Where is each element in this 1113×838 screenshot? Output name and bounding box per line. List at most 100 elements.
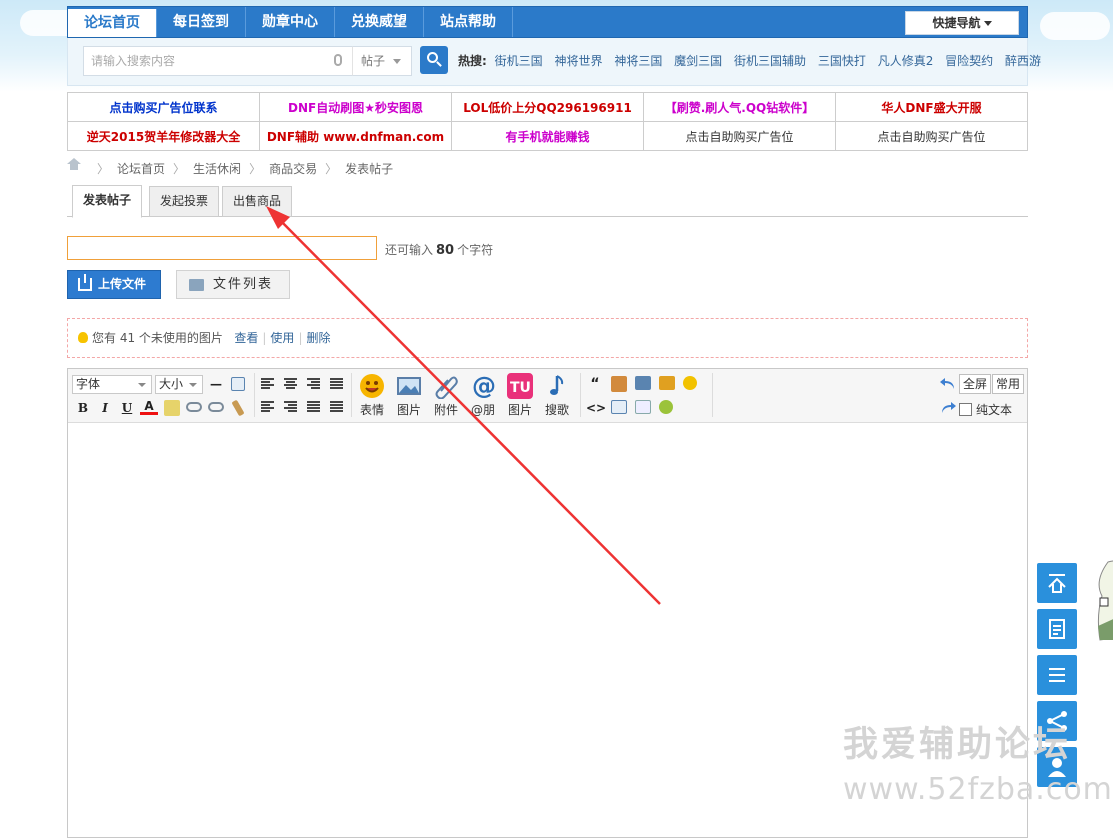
attachment-button[interactable]: 附件 xyxy=(426,373,466,421)
nav-item-exchange[interactable]: 兑换威望 xyxy=(335,7,424,37)
ad-link[interactable]: 逆天2015贺羊年修改器大全 xyxy=(67,121,260,151)
post-type-tabs: 发表帖子 发起投票 出售商品 xyxy=(67,184,1028,218)
hot-term[interactable]: 神将世界 xyxy=(554,54,602,68)
common-button[interactable]: 常用 xyxy=(992,374,1025,394)
hot-term[interactable]: 街机三国辅助 xyxy=(734,54,806,68)
subject-input[interactable] xyxy=(67,236,377,260)
search-input[interactable]: 请输入搜索内容 xyxy=(83,46,353,76)
link-icon[interactable] xyxy=(186,402,202,412)
font-color-icon[interactable]: A xyxy=(140,399,158,415)
menu-button[interactable] xyxy=(1037,655,1077,695)
unlink-icon[interactable] xyxy=(208,402,224,412)
hot-term[interactable]: 神将三国 xyxy=(614,54,662,68)
file-list-button[interactable]: 文件列表 xyxy=(176,270,290,299)
delete-link[interactable]: 删除 xyxy=(306,331,330,345)
redo-icon[interactable] xyxy=(940,401,956,415)
ad-link[interactable]: DNF自动刷图★秒安图恩 xyxy=(259,92,452,122)
italic-icon[interactable]: I xyxy=(96,399,114,417)
tab-sell-goods[interactable]: 出售商品 xyxy=(222,186,293,217)
image-icon xyxy=(397,377,421,395)
unordered-list-icon[interactable] xyxy=(330,401,343,413)
bold-icon[interactable]: B xyxy=(74,399,92,417)
mascot-decoration xyxy=(1097,560,1113,641)
unused-images-notice: 您有 41 个未使用的图片 查看 | 使用 | 删除 xyxy=(67,318,1028,358)
clear-format-icon[interactable] xyxy=(231,399,245,417)
search-button[interactable] xyxy=(420,46,448,74)
tu-image-button[interactable]: TU 图片 xyxy=(500,373,540,421)
tab-new-thread[interactable]: 发表帖子 xyxy=(72,185,143,218)
breadcrumb-item[interactable]: 论坛首页 xyxy=(117,162,165,176)
microphone-icon[interactable] xyxy=(334,54,342,66)
char-counter: 还可输入 80 个字符 xyxy=(385,243,494,258)
justify-icon[interactable] xyxy=(330,378,343,390)
background-icon[interactable] xyxy=(683,376,697,390)
hot-term[interactable]: 醉西游 xyxy=(1005,54,1041,68)
ordered-list-icon[interactable] xyxy=(307,401,320,413)
hot-term[interactable]: 冒险契约 xyxy=(945,54,993,68)
nav-item-home[interactable]: 论坛首页 xyxy=(68,9,157,37)
smiley-icon xyxy=(360,374,384,398)
use-link[interactable]: 使用 xyxy=(270,331,294,345)
emoticon-button[interactable]: 表情 xyxy=(352,373,392,421)
search-type-label: 帖子 xyxy=(361,54,386,68)
ad-link[interactable]: 有手机就能赚钱 xyxy=(451,121,644,151)
password-icon[interactable] xyxy=(659,400,673,414)
ad-link[interactable]: 点击自助购买广告位 xyxy=(835,121,1028,151)
home-icon[interactable] xyxy=(67,158,81,174)
page-icon[interactable] xyxy=(611,400,627,414)
mention-button[interactable]: @ @朋 xyxy=(463,373,503,421)
align-right-icon[interactable] xyxy=(307,378,320,390)
image-button[interactable]: 图片 xyxy=(389,373,429,421)
align-center-icon[interactable] xyxy=(284,378,297,390)
breadcrumb-item[interactable]: 商品交易 xyxy=(269,162,317,176)
collapse-icon[interactable] xyxy=(635,376,651,390)
plain-text-label: 纯文本 xyxy=(976,403,1013,417)
font-size-select[interactable]: 大小 xyxy=(155,375,203,394)
search-type-select[interactable]: 帖子 xyxy=(352,46,412,76)
document-icon xyxy=(1049,619,1065,639)
highlight-icon[interactable] xyxy=(164,400,180,416)
ad-link[interactable]: 点击购买广告位联系 xyxy=(67,92,260,122)
font-family-select[interactable]: 字体 xyxy=(72,375,152,394)
code-icon[interactable]: <> xyxy=(586,399,606,417)
cloud-decoration xyxy=(1040,12,1110,40)
view-link[interactable]: 查看 xyxy=(234,331,258,345)
hot-search-label: 热搜: xyxy=(458,54,487,68)
nav-item-medals[interactable]: 勋章中心 xyxy=(246,7,335,37)
svg-text:TU: TU xyxy=(510,380,531,396)
align-left-icon[interactable] xyxy=(261,378,274,390)
quick-nav-button[interactable]: 快捷导航 xyxy=(905,11,1019,35)
hot-term[interactable]: 魔剑三国 xyxy=(674,54,722,68)
underline-icon[interactable]: U xyxy=(118,399,136,417)
music-search-button[interactable]: 搜歌 xyxy=(537,373,577,421)
ad-link[interactable]: LOL低价上分QQ296196911 xyxy=(451,92,644,122)
plain-text-checkbox[interactable] xyxy=(959,403,972,416)
fullscreen-button[interactable]: 全屏 xyxy=(959,374,992,394)
columns-icon[interactable] xyxy=(635,400,651,414)
ad-link[interactable]: 华人DNF盛大开服 xyxy=(835,92,1028,122)
quote-icon[interactable]: “ xyxy=(586,375,604,393)
hot-term[interactable]: 街机三国 xyxy=(495,54,543,68)
hot-term[interactable]: 三国快打 xyxy=(818,54,866,68)
breadcrumb-item[interactable]: 生活休闲 xyxy=(193,162,241,176)
ad-link[interactable]: DNF辅助 www.dnfman.com xyxy=(259,121,452,151)
back-to-top-button[interactable] xyxy=(1037,563,1077,603)
ad-link[interactable]: 【刷赞.刷人气.QQ钻软件】 xyxy=(643,92,836,122)
nav-item-checkin[interactable]: 每日签到 xyxy=(157,7,246,37)
nav-item-help[interactable]: 站点帮助 xyxy=(424,7,513,37)
new-post-button[interactable] xyxy=(1037,609,1077,649)
breadcrumb: 〉论坛首页〉生活休闲〉商品交易〉发表帖子 xyxy=(67,158,393,177)
tab-new-poll[interactable]: 发起投票 xyxy=(149,186,220,217)
horizontal-rule-icon[interactable]: — xyxy=(207,375,225,393)
float-left-icon[interactable] xyxy=(261,401,274,413)
tu-image-icon: TU xyxy=(507,373,533,399)
hot-term[interactable]: 凡人修真2 xyxy=(878,54,934,68)
undo-icon[interactable] xyxy=(940,377,956,391)
free-icon[interactable] xyxy=(611,376,627,392)
table-icon[interactable] xyxy=(231,377,245,391)
caret-down-icon xyxy=(983,21,992,26)
ad-link[interactable]: 点击自助购买广告位 xyxy=(643,121,836,151)
flash-icon[interactable] xyxy=(659,376,675,390)
upload-file-button[interactable]: 上传文件 xyxy=(67,270,161,299)
float-right-icon[interactable] xyxy=(284,401,297,413)
